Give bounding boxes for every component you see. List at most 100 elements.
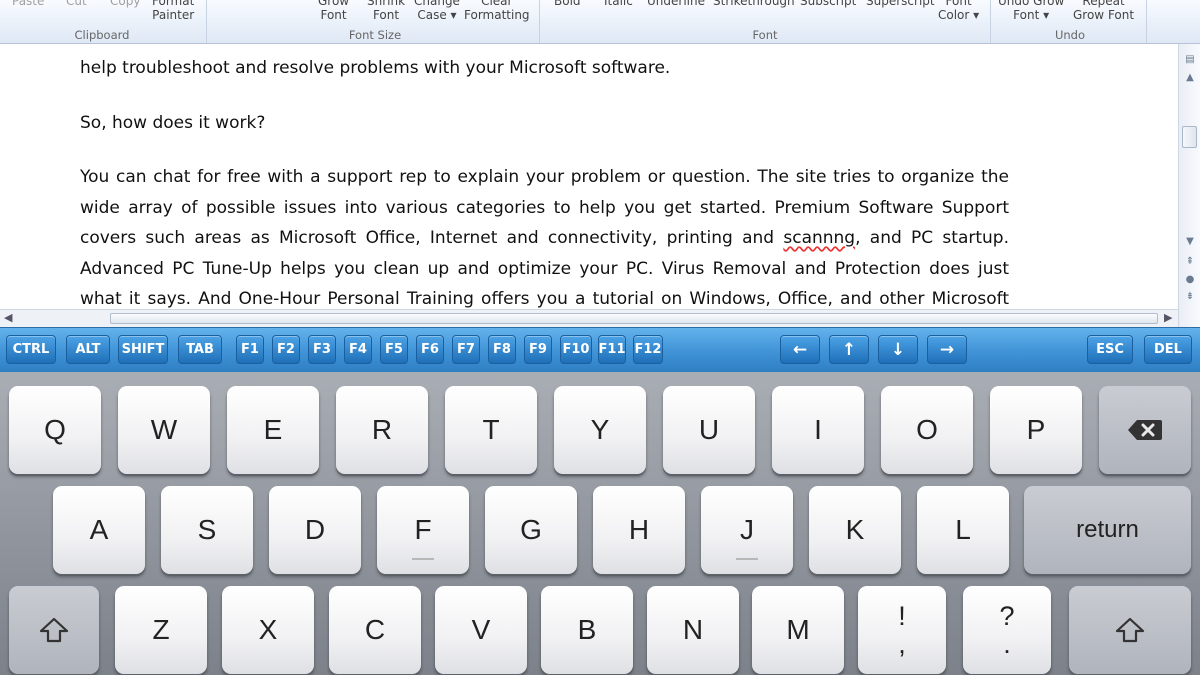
- ribbon-separator: [206, 0, 207, 43]
- key-s[interactable]: S: [161, 486, 253, 574]
- font-color-button[interactable]: Font Color ▾: [938, 0, 979, 22]
- key-r[interactable]: R: [336, 386, 428, 474]
- strikethrough-button[interactable]: Strikethrough: [713, 0, 795, 8]
- paste-button[interactable]: Paste: [12, 0, 44, 8]
- bold-button[interactable]: Bold: [554, 0, 581, 8]
- key-f-label: F: [414, 514, 432, 545]
- ribbon-toolbar: Paste Cut Copy Format Painter Grow Font Sh…: [0, 0, 1200, 44]
- change-case-button[interactable]: Change Case ▾: [414, 0, 460, 22]
- f1-key[interactable]: F1: [236, 335, 264, 364]
- key-j[interactable]: J: [701, 486, 793, 574]
- f4-key[interactable]: F4: [344, 335, 372, 364]
- ctrl-key[interactable]: CTRL: [6, 335, 56, 364]
- repeat-grow-font-button[interactable]: Repeat Grow Font: [1073, 0, 1134, 22]
- next-page-icon[interactable]: ⇟: [1183, 291, 1197, 302]
- key-v[interactable]: V: [435, 586, 527, 674]
- f6-key[interactable]: F6: [416, 335, 444, 364]
- f8-key[interactable]: F8: [488, 335, 516, 364]
- arrow-left-key[interactable]: ←: [780, 335, 820, 364]
- home-row-bump: [736, 558, 758, 560]
- backspace-key[interactable]: [1099, 386, 1191, 474]
- shift-key-fn[interactable]: SHIFT: [118, 335, 168, 364]
- subscript-button[interactable]: Subscript: [800, 0, 856, 8]
- scroll-down-icon[interactable]: ▼: [1183, 236, 1197, 247]
- key-o[interactable]: O: [881, 386, 973, 474]
- key-punct1-top: !: [898, 601, 906, 631]
- group-label-font: Font: [752, 28, 778, 42]
- key-p[interactable]: P: [990, 386, 1082, 474]
- key-q[interactable]: Q: [9, 386, 101, 474]
- key-c[interactable]: C: [329, 586, 421, 674]
- f3-key[interactable]: F3: [308, 335, 336, 364]
- key-y[interactable]: Y: [554, 386, 646, 474]
- key-punct2-top: ?: [999, 601, 1015, 631]
- return-key[interactable]: return: [1024, 486, 1191, 574]
- horizontal-scroll-thumb[interactable]: [110, 313, 1158, 324]
- key-j-label: J: [740, 514, 754, 545]
- key-exclamation-comma[interactable]: !,: [858, 586, 946, 674]
- key-e[interactable]: E: [227, 386, 319, 474]
- document-page[interactable]: help troubleshoot and resolve problems w…: [0, 44, 1178, 310]
- format-painter-button[interactable]: Format Painter: [152, 0, 194, 22]
- ruler-toggle-icon[interactable]: ▤: [1183, 54, 1197, 65]
- group-label-clipboard: Clipboard: [74, 28, 130, 42]
- misspelled-word[interactable]: scannng: [783, 228, 855, 248]
- key-h[interactable]: H: [593, 486, 685, 574]
- key-x[interactable]: X: [222, 586, 314, 674]
- key-question-period[interactable]: ?.: [963, 586, 1051, 674]
- document-area: help troubleshoot and resolve problems w…: [0, 44, 1200, 327]
- f5-key[interactable]: F5: [380, 335, 408, 364]
- paragraph-2: So, how does it work?: [80, 113, 266, 133]
- cut-button[interactable]: Cut: [66, 0, 87, 8]
- undo-grow-font-button[interactable]: Undo Grow Font ▾: [998, 0, 1064, 22]
- tab-key[interactable]: TAB: [178, 335, 222, 364]
- vertical-scrollbar[interactable]: ▤ ▲ ▼ ⇞ ● ⇟: [1178, 44, 1200, 327]
- del-key[interactable]: DEL: [1144, 335, 1192, 364]
- right-shift-key[interactable]: [1069, 586, 1191, 674]
- previous-page-icon[interactable]: ⇞: [1183, 256, 1197, 267]
- arrow-down-key[interactable]: ↓: [878, 335, 918, 364]
- left-shift-key[interactable]: [9, 586, 99, 674]
- italic-button[interactable]: Italic: [604, 0, 633, 8]
- f11-key[interactable]: F11: [598, 335, 626, 364]
- group-label-undo: Undo: [1054, 28, 1086, 42]
- browse-object-icon[interactable]: ●: [1183, 274, 1197, 285]
- key-d[interactable]: D: [269, 486, 361, 574]
- key-g[interactable]: G: [485, 486, 577, 574]
- f12-key[interactable]: F12: [633, 335, 663, 364]
- scroll-right-icon[interactable]: ▶: [1164, 311, 1172, 324]
- horizontal-scrollbar[interactable]: ◀ ▶: [0, 309, 1178, 327]
- key-punct2-bottom: .: [1003, 629, 1011, 659]
- arrow-up-key[interactable]: ↑: [829, 335, 869, 364]
- scroll-left-icon[interactable]: ◀: [4, 311, 12, 324]
- key-w[interactable]: W: [118, 386, 210, 474]
- esc-key[interactable]: ESC: [1087, 335, 1133, 364]
- scroll-up-icon[interactable]: ▲: [1183, 72, 1197, 83]
- key-m[interactable]: M: [752, 586, 844, 674]
- superscript-button[interactable]: Superscript: [866, 0, 935, 8]
- f9-key[interactable]: F9: [524, 335, 552, 364]
- arrow-right-key[interactable]: →: [927, 335, 967, 364]
- f7-key[interactable]: F7: [452, 335, 480, 364]
- f10-key[interactable]: F10: [560, 335, 592, 364]
- copy-button[interactable]: Copy: [110, 0, 140, 8]
- function-key-bar: CTRL ALT SHIFT TAB F1 F2 F3 F4 F5 F6 F7 …: [0, 327, 1200, 372]
- grow-font-button[interactable]: Grow Font: [318, 0, 349, 22]
- ribbon-separator: [1146, 0, 1147, 43]
- key-n[interactable]: N: [647, 586, 739, 674]
- key-k[interactable]: K: [809, 486, 901, 574]
- shrink-font-button[interactable]: Shrink Font: [367, 0, 405, 22]
- alt-key[interactable]: ALT: [66, 335, 110, 364]
- key-u[interactable]: U: [663, 386, 755, 474]
- key-l[interactable]: L: [917, 486, 1009, 574]
- key-z[interactable]: Z: [115, 586, 207, 674]
- key-b[interactable]: B: [541, 586, 633, 674]
- key-a[interactable]: A: [53, 486, 145, 574]
- key-t[interactable]: T: [445, 386, 537, 474]
- underline-button[interactable]: Underline: [647, 0, 705, 8]
- key-i[interactable]: I: [772, 386, 864, 474]
- f2-key[interactable]: F2: [272, 335, 300, 364]
- key-f[interactable]: F: [377, 486, 469, 574]
- vertical-scroll-thumb[interactable]: [1182, 126, 1197, 148]
- clear-formatting-button[interactable]: Clear Formatting: [464, 0, 530, 22]
